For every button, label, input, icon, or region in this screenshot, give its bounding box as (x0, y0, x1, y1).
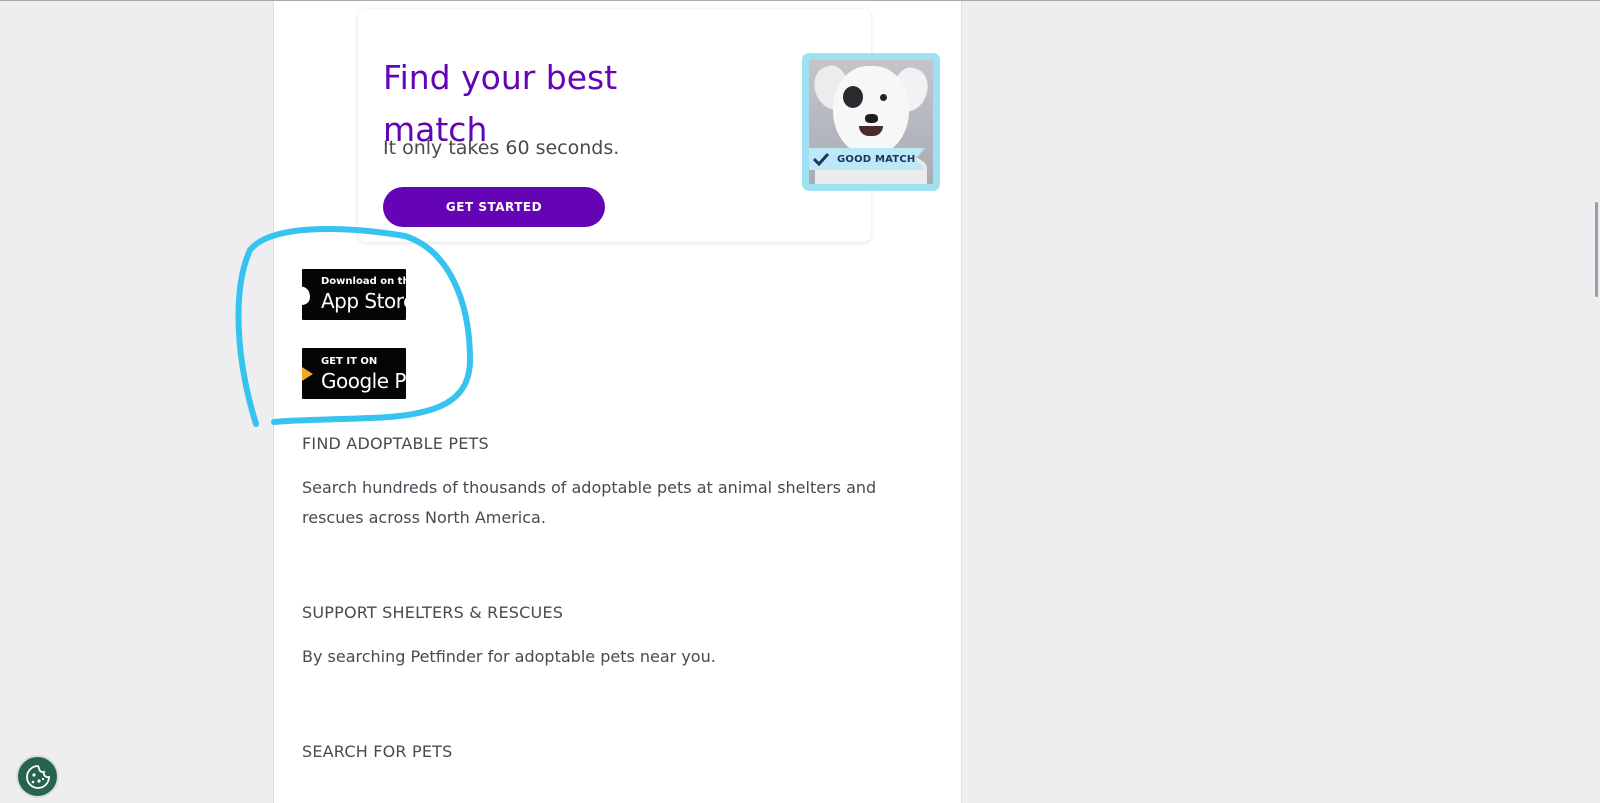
match-card-subtitle: It only takes 60 seconds. (383, 137, 620, 159)
cookie-icon (25, 764, 50, 789)
find-adoptable-pets-text: Search hundreds of thousands of adoptabl… (302, 478, 877, 527)
best-match-card: Find your best match It only takes 60 se… (358, 9, 940, 242)
good-match-label: GOOD MATCH (837, 153, 916, 165)
search-for-pets-heading: SEARCH FOR PETS (302, 742, 453, 761)
support-shelters-text: By searching Petfinder for adoptable pet… (302, 647, 716, 666)
cookie-settings-button[interactable] (16, 755, 59, 798)
google-play-button[interactable]: GET IT ON Google Play (302, 348, 406, 399)
google-play-small-text: GET IT ON (321, 356, 378, 367)
app-store-button[interactable]: Download on the App Store (302, 269, 406, 320)
find-adoptable-pets-heading: FIND ADOPTABLE PETS (302, 434, 489, 453)
get-started-button[interactable]: GET STARTED (383, 187, 605, 227)
support-shelters-heading: SUPPORT SHELTERS & RESCUES (302, 603, 564, 622)
good-match-badge: GOOD MATCH (809, 148, 925, 170)
match-photo: GOOD MATCH (802, 53, 940, 191)
google-play-big-text: Google Play (321, 369, 406, 393)
app-store-big-text: App Store (321, 289, 406, 313)
scrollbar-thumb[interactable] (1595, 202, 1598, 297)
check-icon (813, 152, 829, 166)
app-store-small-text: Download on the (321, 276, 406, 287)
main-content-column: Find your best match It only takes 60 se… (273, 1, 962, 803)
apple-icon (302, 286, 310, 306)
google-play-icon (302, 367, 313, 381)
